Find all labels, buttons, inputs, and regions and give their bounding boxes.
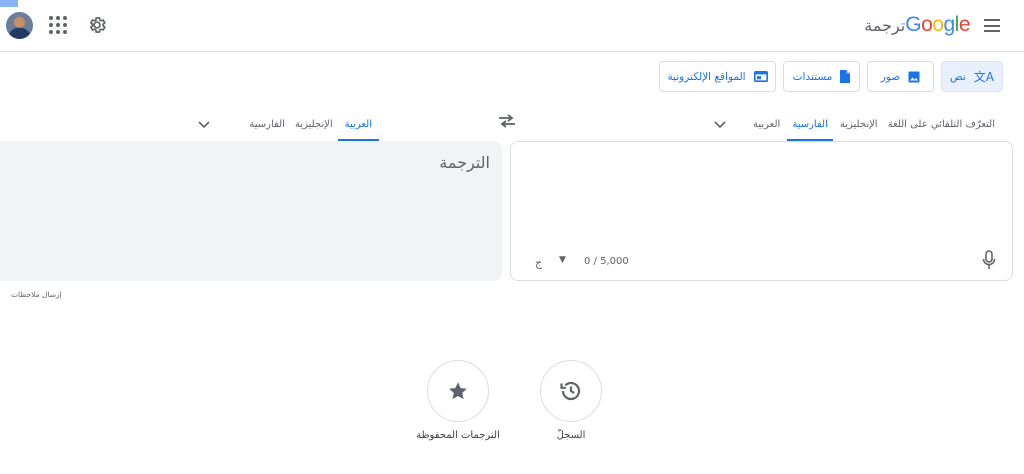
translate-icon: 文A <box>973 70 995 84</box>
brand-logo[interactable]: ترجمة Google <box>863 13 970 37</box>
image-icon <box>908 71 920 82</box>
target-more-languages[interactable] <box>192 108 216 141</box>
chevron-down-icon <box>198 120 210 128</box>
source-more-languages[interactable] <box>708 108 732 141</box>
brand-letter: o <box>921 13 933 36</box>
source-lang-detect[interactable]: التعرّف التلقائي على اللغة <box>883 108 1000 141</box>
apps-icon[interactable] <box>49 16 67 34</box>
mode-text-label: نص <box>950 70 966 83</box>
mode-text-button[interactable]: 文A نص <box>941 61 1003 92</box>
source-lang-arabic[interactable]: العربية <box>748 108 785 141</box>
source-lang-english[interactable]: الإنجليزية <box>835 108 883 141</box>
character-count: 0 / 5,000 <box>584 256 629 267</box>
source-text-input[interactable]: 0 / 5,000 ▼ ج <box>510 141 1013 281</box>
chevron-down-icon <box>714 120 726 128</box>
gear-icon[interactable] <box>87 15 107 35</box>
keyboard-glyph: ج <box>535 256 543 269</box>
history-button[interactable] <box>540 360 602 422</box>
saved-button[interactable] <box>427 360 489 422</box>
target-lang-arabic[interactable]: العربية <box>337 108 380 141</box>
target-lang-english[interactable]: الإنجليزية <box>290 108 338 141</box>
avatar[interactable] <box>6 12 33 39</box>
mode-documents-button[interactable]: مستندات <box>783 61 860 92</box>
brand-letter: g <box>943 13 955 36</box>
saved-label: الترجمات المحفوظة <box>416 430 500 441</box>
brand-letter: G <box>905 13 922 36</box>
brand-letter: e <box>958 13 971 36</box>
brand-letter: o <box>932 13 944 36</box>
mode-images-button[interactable]: صور <box>867 61 934 92</box>
menu-icon[interactable] <box>984 19 1000 32</box>
keyboard-icon[interactable]: ج <box>535 256 542 269</box>
input-tools-dropdown-icon[interactable]: ▼ <box>559 255 566 265</box>
website-icon <box>753 71 768 82</box>
source-lang-persian[interactable]: الفارسية <box>787 108 833 141</box>
mode-websites-button[interactable]: المواقع الإلكترونية <box>659 61 776 92</box>
mode-websites-label: المواقع الإلكترونية <box>667 70 746 83</box>
document-icon <box>840 70 851 83</box>
send-feedback-link[interactable]: إرسال ملاحظات <box>11 290 62 299</box>
microphone-icon[interactable] <box>982 250 996 270</box>
star-icon <box>449 382 467 400</box>
history-label: السجلّ <box>556 430 586 441</box>
target-lang-persian[interactable]: الفارسية <box>244 108 290 141</box>
history-icon <box>560 381 581 401</box>
mode-documents-label: مستندات <box>792 70 833 83</box>
brand-google: Google <box>905 13 970 37</box>
swap-icon[interactable] <box>498 114 516 128</box>
mode-images-label: صور <box>880 70 901 83</box>
target-language-bar: العربية الإنجليزية الفارسية <box>192 108 380 141</box>
app-header: ترجمة Google <box>0 0 1024 52</box>
translation-placeholder: الترجمة <box>439 153 490 172</box>
brand-product: ترجمة <box>864 16 906 35</box>
source-language-bar: التعرّف التلقائي على اللغة الإنجليزية ال… <box>708 108 1000 141</box>
avatar-indicator <box>0 0 18 7</box>
translation-output: الترجمة <box>0 141 502 281</box>
